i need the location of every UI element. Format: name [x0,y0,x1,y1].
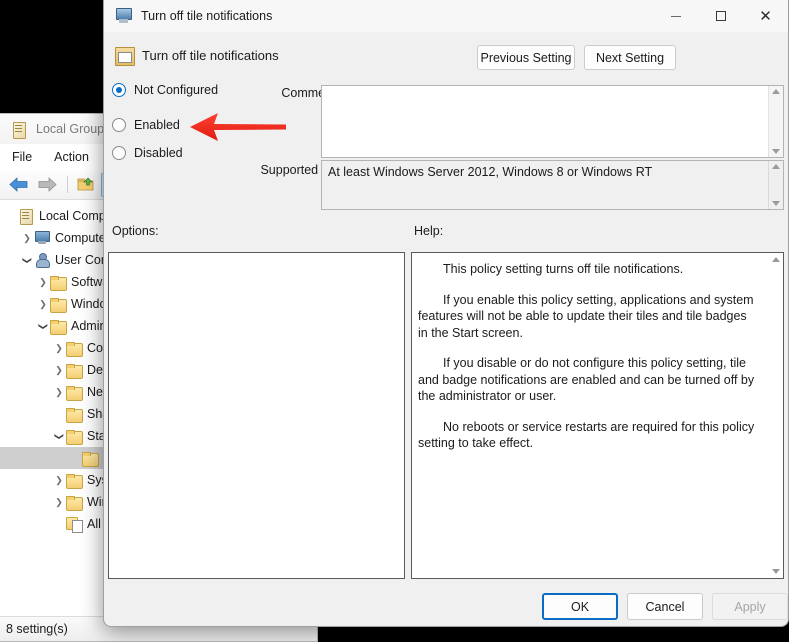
radio-indicator [112,118,126,132]
chevron-right-icon[interactable]: ❯ [52,365,66,375]
screen-root: Local Group Policy Editor File Action Vi… [0,0,789,642]
help-paragraph: If you disable or do not configure this … [418,356,755,403]
radio-label: Not Configured [134,83,219,97]
help-paragraph: No reboots or service restarts are requi… [418,419,755,451]
radio-not-configured[interactable]: Not Configured [112,83,218,97]
back-arrow-icon[interactable] [6,173,32,197]
radio-enabled[interactable]: Enabled [112,118,180,132]
folder-icon [66,473,83,489]
chevron-right-icon[interactable]: ❯ [20,233,34,243]
folder-icon [50,275,67,291]
supported-on-scrollbar[interactable] [768,161,783,209]
maximize-icon[interactable] [698,0,743,32]
help-paragraph: This policy setting turns off tile notif… [443,262,684,276]
scroll-up-icon[interactable] [772,257,780,262]
chevron-right-icon[interactable]: ❯ [52,475,66,485]
help-panel: This policy setting turns off tile notif… [411,252,784,579]
radio-indicator [112,146,126,160]
help-paragraph: If you enable this policy setting, appli… [418,292,754,340]
folder-icon [66,407,83,423]
dialog-titlebar[interactable]: Turn off tile notifications ✕ [104,0,788,32]
menu-file[interactable]: File [12,150,32,164]
chevron-down-icon[interactable]: ❯ [55,429,65,443]
supported-on-value: At least Windows Server 2012, Windows 8 … [328,165,653,179]
chevron-right-icon[interactable]: ❯ [52,497,66,507]
chevron-down-icon[interactable]: ❯ [39,319,49,333]
dialog-header: Turn off tile notifications [104,32,788,78]
comment-scrollbar[interactable] [768,86,783,157]
user-icon [34,253,50,268]
radio-label: Disabled [134,146,183,160]
forward-arrow-icon[interactable] [34,173,60,197]
computer-icon [34,231,50,245]
radio-indicator [112,83,126,97]
options-label: Options: [112,224,159,238]
policy-window-icon [115,8,132,24]
chevron-right-icon[interactable]: ❯ [36,277,50,287]
previous-setting-button[interactable]: Previous Setting [477,45,575,70]
folder-icon [66,429,83,445]
status-setting-count: 8 setting(s) [6,622,68,636]
folder-icon [50,297,67,313]
help-label: Help: [414,224,444,238]
up-folder-icon[interactable] [73,173,99,197]
cancel-button[interactable]: Cancel [627,593,703,620]
scroll-down-icon[interactable] [772,149,780,154]
chevron-right-icon[interactable]: ❯ [36,299,50,309]
folder-icon [66,495,83,511]
scroll-icon [18,208,34,225]
policy-setting-icon [115,46,135,66]
all-settings-icon [66,517,83,533]
chevron-right-icon[interactable]: ❯ [52,343,66,353]
chevron-down-icon[interactable]: ❯ [23,253,33,267]
policy-setting-dialog: Turn off tile notifications ✕ Turn off t… [103,0,789,627]
scroll-down-icon[interactable] [772,569,780,574]
scroll-icon [10,121,27,139]
toolbar-separator [67,176,68,193]
folder-icon [50,319,67,335]
minimize-icon[interactable] [653,0,698,32]
folder-icon [82,451,99,467]
options-panel[interactable] [108,252,405,579]
scroll-up-icon[interactable] [772,89,780,94]
supported-on-label: Supported on: [260,163,339,177]
comment-textbox[interactable] [321,85,784,158]
policy-title: Turn off tile notifications [142,47,279,63]
close-icon[interactable]: ✕ [743,0,788,32]
supported-on-textbox: At least Windows Server 2012, Windows 8 … [321,160,784,210]
apply-button: Apply [712,593,788,620]
help-text: This policy setting turns off tile notif… [412,253,768,578]
scroll-down-icon[interactable] [772,201,780,206]
menu-action[interactable]: Action [54,150,89,164]
ok-button[interactable]: OK [542,593,618,620]
scroll-up-icon[interactable] [772,164,780,169]
comment-value[interactable] [322,86,768,157]
chevron-right-icon[interactable]: ❯ [52,387,66,397]
help-scrollbar[interactable] [768,253,783,578]
window-controls: ✕ [653,0,788,32]
folder-icon [66,363,83,379]
radio-disabled[interactable]: Disabled [112,146,183,160]
next-setting-button[interactable]: Next Setting [584,45,676,70]
radio-label: Enabled [134,118,180,132]
folder-icon [66,385,83,401]
folder-icon [66,341,83,357]
dialog-title: Turn off tile notifications [141,9,273,23]
